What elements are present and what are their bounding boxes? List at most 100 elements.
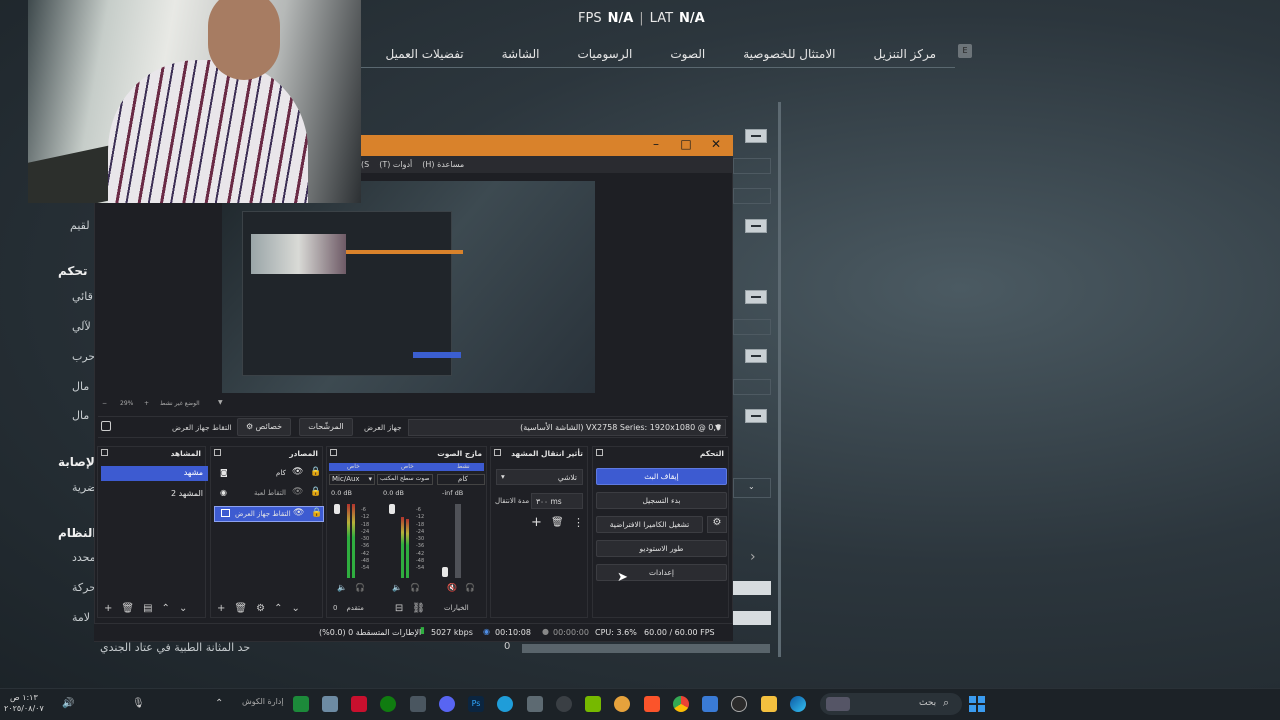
down-icon[interactable]: ⌄ bbox=[291, 603, 299, 614]
filters-button[interactable]: المرشّحات bbox=[299, 418, 353, 436]
calculator-icon[interactable] bbox=[410, 696, 426, 712]
chrome-icon[interactable] bbox=[673, 696, 689, 712]
scene-item[interactable]: المشهد 2 bbox=[101, 487, 208, 502]
add-icon[interactable]: + bbox=[217, 603, 225, 614]
taskbar-app-label[interactable]: إدارة الكوش bbox=[242, 697, 284, 706]
duration-spinbox[interactable]: ٣٠٠ ms bbox=[531, 493, 583, 509]
filter-icon[interactable]: ▤ bbox=[143, 603, 152, 614]
app-icon-files[interactable] bbox=[527, 696, 543, 712]
up-icon[interactable]: ⌃ bbox=[162, 603, 170, 614]
collapse-button[interactable] bbox=[745, 290, 767, 304]
settings-button[interactable]: إعدادات bbox=[596, 564, 727, 581]
popout-icon[interactable] bbox=[330, 449, 337, 456]
app-icon-green[interactable] bbox=[293, 696, 309, 712]
source-item[interactable]: ◙ كام 👁 🔒 bbox=[214, 466, 324, 482]
start-recording-button[interactable]: بدء التسجيل bbox=[596, 492, 727, 509]
popout-icon[interactable] bbox=[596, 449, 603, 456]
speaker-icon[interactable]: 🔈 bbox=[392, 583, 402, 592]
menu-help[interactable]: (H) مساعدة bbox=[422, 160, 464, 169]
collapse-button[interactable] bbox=[745, 409, 767, 423]
tab-display[interactable]: الشاشة bbox=[483, 47, 559, 61]
taskbar-clock[interactable]: ١:١٣ ص ٢٠٢٥/٠٨/٠٧ bbox=[4, 692, 44, 714]
gear-icon[interactable]: ⚙ bbox=[707, 516, 727, 533]
toggle-option[interactable] bbox=[733, 611, 771, 625]
setting-slider[interactable] bbox=[733, 188, 771, 204]
trash-icon[interactable]: 🗑 bbox=[121, 603, 134, 614]
device-select[interactable]: VX2758 Series: 1920x1080 @ 0,0 (الشاشة ا… bbox=[408, 419, 726, 436]
brave-icon[interactable] bbox=[644, 696, 660, 712]
app-icon-red[interactable] bbox=[351, 696, 367, 712]
trash-icon[interactable]: 🗑 bbox=[551, 517, 564, 528]
popout-icon[interactable] bbox=[214, 449, 221, 456]
eye-icon[interactable]: 👁 bbox=[293, 508, 304, 518]
nvidia-icon[interactable] bbox=[585, 696, 601, 712]
lock-icon[interactable]: 🔒 bbox=[310, 467, 321, 477]
trash-icon[interactable]: 🗑 bbox=[234, 603, 247, 614]
volume-fader[interactable] bbox=[442, 567, 448, 577]
link-icon[interactable]: ⛓ bbox=[412, 603, 425, 614]
maximize-icon[interactable]: □ bbox=[673, 137, 699, 153]
channel-select[interactable]: Mic/Aux ▾ bbox=[329, 474, 375, 485]
collapse-button[interactable] bbox=[745, 219, 767, 233]
tab-client-preferences[interactable]: تفضيلات العميل bbox=[366, 47, 482, 61]
lock-icon[interactable]: 🔒 bbox=[310, 487, 321, 497]
app-icon-steam[interactable] bbox=[556, 696, 572, 712]
volume-fader[interactable] bbox=[334, 504, 340, 514]
xbox-icon[interactable] bbox=[380, 696, 396, 712]
popout-icon[interactable] bbox=[101, 449, 108, 456]
lock-icon[interactable]: 🔒 bbox=[311, 508, 322, 518]
channel-select[interactable]: صوت سطح المكتب bbox=[377, 474, 433, 485]
more-icon[interactable]: ⋮ bbox=[573, 516, 584, 529]
setting-slider[interactable] bbox=[522, 644, 770, 653]
chevron-up-icon[interactable]: ⌃ bbox=[215, 698, 223, 709]
folder-icon[interactable] bbox=[761, 696, 777, 712]
add-icon[interactable]: + bbox=[104, 603, 112, 614]
settings-scrollbar[interactable] bbox=[778, 102, 781, 657]
edge-dev-icon[interactable] bbox=[497, 696, 513, 712]
collapse-icon[interactable]: ⊟ bbox=[395, 603, 403, 614]
eye-hidden-icon[interactable]: 👁 bbox=[292, 487, 303, 497]
channel-select[interactable]: كام bbox=[437, 474, 485, 485]
taskbar-search[interactable]: بحث ⌕ bbox=[820, 693, 962, 715]
speaker-icon[interactable]: 🔈 bbox=[337, 583, 347, 592]
tab-privacy[interactable]: الامتثال للخصوصية bbox=[724, 47, 854, 61]
scene-item[interactable]: مشهد bbox=[101, 466, 208, 481]
setting-slider[interactable] bbox=[733, 158, 771, 174]
chevron-down-icon[interactable]: ▼ bbox=[218, 399, 223, 406]
obs-preview[interactable] bbox=[222, 181, 595, 393]
gear-icon[interactable]: ⚙ bbox=[256, 603, 265, 614]
microphone-icon[interactable]: 🎙 bbox=[132, 698, 145, 709]
options-dropdown[interactable]: الخيارات bbox=[444, 604, 469, 612]
popout-icon[interactable] bbox=[494, 449, 501, 456]
setting-slider[interactable] bbox=[733, 379, 771, 395]
zoom-out-icon[interactable]: − bbox=[102, 400, 107, 407]
add-icon[interactable]: + bbox=[531, 515, 542, 530]
tab-audio[interactable]: الصوت bbox=[651, 47, 724, 61]
setting-slider[interactable] bbox=[733, 319, 771, 335]
edge-icon[interactable] bbox=[790, 696, 806, 712]
tab-graphics[interactable]: الرسوميات bbox=[558, 47, 651, 61]
minimize-icon[interactable]: – bbox=[643, 137, 669, 153]
up-icon[interactable]: ⌃ bbox=[274, 603, 282, 614]
down-icon[interactable]: ⌄ bbox=[179, 603, 187, 614]
collapse-button[interactable] bbox=[745, 349, 767, 363]
transition-select[interactable]: تلاشي ▾ bbox=[496, 469, 583, 485]
store-icon[interactable] bbox=[702, 696, 718, 712]
menu-tools[interactable]: (T) أدوات bbox=[379, 160, 412, 169]
app-icon-orange[interactable] bbox=[614, 696, 630, 712]
dropdown[interactable]: ⌄ bbox=[733, 478, 771, 498]
volume-icon[interactable]: 🔊 bbox=[62, 698, 74, 709]
stop-stream-button[interactable]: إيقاف البث bbox=[596, 468, 727, 485]
windows-start-icon[interactable] bbox=[969, 696, 985, 712]
studio-mode-button[interactable]: طور الاستوديو bbox=[596, 540, 727, 557]
source-item-selected[interactable]: التقاط جهاز العرض 👁 🔒 bbox=[214, 506, 324, 522]
photoshop-icon[interactable]: Ps bbox=[468, 696, 484, 712]
properties-button[interactable]: ⚙ خصائص bbox=[237, 418, 291, 436]
muted-speaker-icon[interactable]: 🔇 bbox=[447, 583, 457, 592]
headphones-icon[interactable]: 🎧 bbox=[355, 583, 365, 592]
toggle-option[interactable] bbox=[733, 581, 771, 595]
volume-fader[interactable] bbox=[389, 504, 395, 514]
chevron-right-icon[interactable]: › bbox=[750, 549, 756, 565]
discord-icon[interactable] bbox=[439, 696, 455, 712]
menu-partial[interactable]: (S bbox=[361, 160, 369, 169]
